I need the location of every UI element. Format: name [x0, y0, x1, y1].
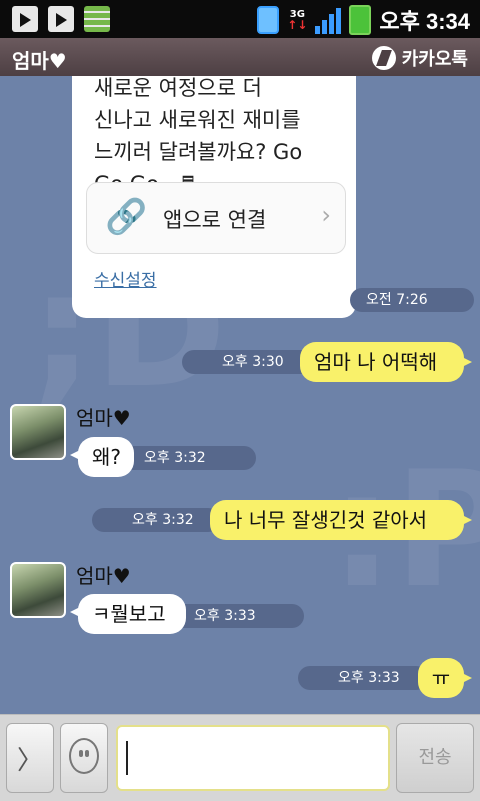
vibrate-icon [257, 6, 280, 34]
their-message-bubble[interactable]: 왜? [70, 437, 134, 477]
text-cursor [126, 741, 128, 775]
message-input-bar: 〉 전송 [0, 714, 480, 801]
my-message-bubble[interactable]: 나 너무 잘생긴것 같아서 [210, 500, 472, 540]
signal-icon [315, 6, 342, 34]
chat-title: 엄마♥ [12, 49, 67, 73]
message-timestamp: 오후 3:30 [182, 350, 312, 374]
chat-header: 엄마♥ 카카오톡 [0, 38, 480, 76]
data-transfer-icon: 3G ↑↓ [287, 9, 308, 32]
chevron-right-icon: › [321, 201, 331, 229]
battery-icon [349, 5, 372, 35]
message-input[interactable] [116, 725, 390, 791]
my-message-bubble[interactable]: 엄마 나 어떡해 [300, 342, 472, 382]
avatar[interactable] [10, 562, 66, 618]
sender-name: 엄마♥ [76, 564, 131, 588]
app-brand: 카카오톡 [371, 45, 468, 71]
receive-settings-link[interactable]: 수신설정 [94, 266, 157, 291]
emoticon-button[interactable] [60, 723, 108, 793]
their-message-bubble[interactable]: ㅋ뭘보고 [70, 594, 186, 634]
message-timestamp: 오후 3:32 [92, 508, 220, 532]
message-timestamp: 오후 3:32 [120, 446, 256, 470]
my-message-bubble[interactable]: ㅠ [418, 658, 472, 698]
sender-name: 엄마♥ [76, 406, 131, 430]
storage-icon [84, 6, 110, 32]
app-name: 카카오톡 [401, 49, 468, 70]
link-card-message: 새로운 여정으로 더 신나고 새로워진 재미를 느끼러 달려볼까요? Go Go… [72, 76, 356, 318]
open-app-button[interactable]: 🔗 앱으로 연결 › [86, 182, 346, 254]
message-timestamp: 오전 7:26 [350, 288, 474, 312]
open-app-label: 앱으로 연결 [163, 208, 267, 232]
expand-menu-button[interactable]: 〉 [6, 723, 54, 793]
chevron-right-icon: 〉 [16, 746, 43, 776]
avatar[interactable] [10, 404, 66, 460]
play-store-icon [48, 6, 74, 32]
message-timestamp: 오후 3:33 [298, 666, 428, 690]
link-icon: 🔗 [105, 197, 148, 237]
send-button[interactable]: 전송 [396, 723, 474, 793]
chat-area[interactable]: ;D :P 새로운 여정으로 더 신나고 새로워진 재미를 느끼러 달려볼까요?… [0, 76, 480, 714]
play-store-icon [12, 6, 38, 32]
kakaotalk-logo-icon [371, 46, 396, 70]
status-bar: 3G ↑↓ 오후 3:34 [0, 0, 480, 38]
status-clock: 오후 3:34 [379, 9, 470, 34]
smiley-icon [69, 738, 99, 774]
message-timestamp: 오후 3:33 [170, 604, 304, 628]
